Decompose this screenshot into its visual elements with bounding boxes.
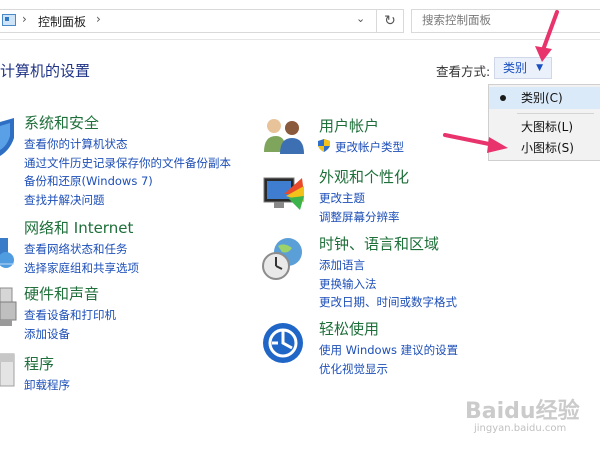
annotation-arrow-to-dropdown [541, 10, 559, 52]
watermark-url: jingyan.baidu.com [474, 423, 567, 434]
annotation-arrow-to-small-icons [443, 133, 496, 147]
annotation-arrowhead-small-icons [487, 137, 508, 153]
watermark-logo: Baidu经验 [465, 399, 580, 424]
annotation-arrowhead-dropdown [535, 46, 552, 62]
annotation-arrows [443, 10, 559, 153]
